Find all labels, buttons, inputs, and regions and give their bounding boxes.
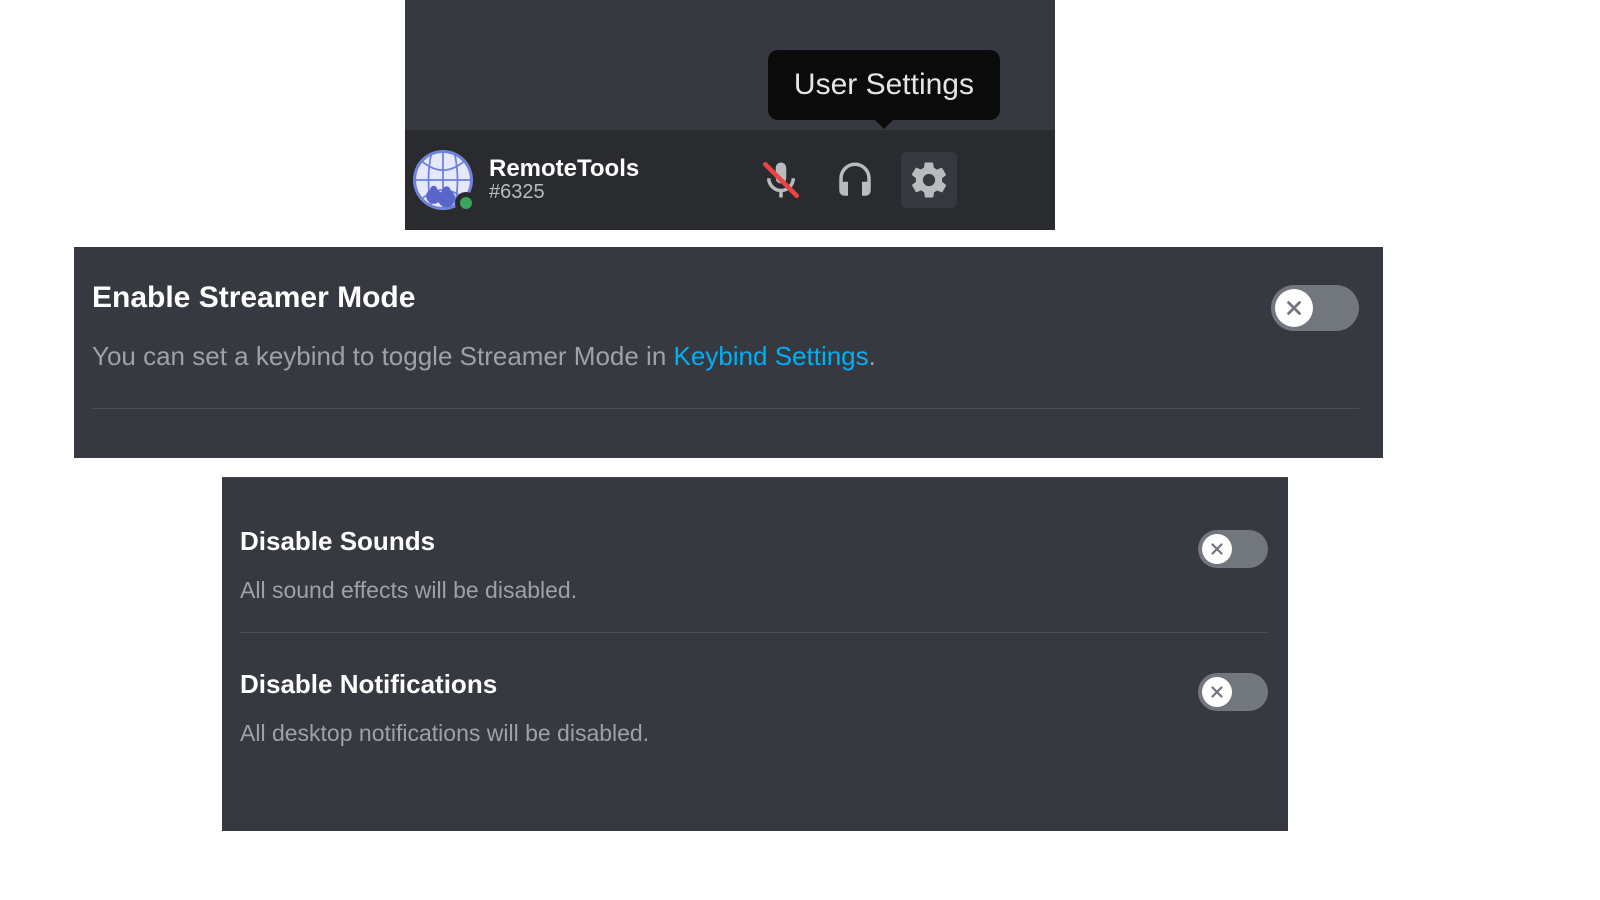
disable-notifications-setting: Disable Notifications All desktop notifi…: [240, 669, 1268, 747]
status-online-icon: [455, 192, 477, 214]
disable-sounds-desc: All sound effects will be disabled.: [240, 577, 577, 604]
gear-icon: [908, 159, 950, 201]
deafen-button[interactable]: [827, 152, 883, 208]
username: RemoteTools: [489, 156, 639, 181]
keybind-settings-link[interactable]: Keybind Settings: [674, 341, 869, 371]
close-icon: [1208, 540, 1226, 558]
mute-button[interactable]: [753, 152, 809, 208]
toggle-knob: [1202, 677, 1232, 707]
streamer-mode-title: Enable Streamer Mode: [92, 281, 876, 315]
disable-notifications-toggle[interactable]: [1198, 673, 1268, 711]
user-text[interactable]: RemoteTools #6325: [489, 156, 639, 204]
streamer-mode-description: You can set a keybind to toggle Streamer…: [92, 341, 876, 372]
user-panel: User Settings RemoteTools #6325: [405, 0, 1055, 230]
disable-sounds-toggle[interactable]: [1198, 530, 1268, 568]
close-icon: [1283, 297, 1305, 319]
settings-tooltip: User Settings: [768, 50, 1000, 120]
streamer-mode-desc-prefix: You can set a keybind to toggle Streamer…: [92, 341, 674, 371]
disable-sounds-title: Disable Sounds: [240, 526, 577, 557]
enable-streamer-mode-setting: Enable Streamer Mode You can set a keybi…: [74, 247, 1383, 458]
toggle-knob: [1202, 534, 1232, 564]
user-panel-bar: RemoteTools #6325: [405, 130, 1055, 230]
divider: [92, 408, 1359, 409]
streamer-mode-toggle[interactable]: [1271, 285, 1359, 331]
divider: [240, 632, 1268, 633]
settings-tooltip-text: User Settings: [794, 68, 974, 101]
disable-notifications-desc: All desktop notifications will be disabl…: [240, 720, 649, 747]
close-icon: [1208, 683, 1226, 701]
streamer-mode-desc-suffix: .: [869, 341, 876, 371]
disable-sounds-setting: Disable Sounds All sound effects will be…: [240, 526, 1268, 604]
streamer-mode-options: Disable Sounds All sound effects will be…: [222, 477, 1288, 831]
panel-icons: [753, 152, 957, 208]
discriminator: #6325: [489, 181, 639, 204]
headphones-icon: [834, 159, 876, 201]
disable-notifications-title: Disable Notifications: [240, 669, 649, 700]
mic-muted-icon: [760, 159, 802, 201]
avatar[interactable]: [413, 150, 473, 210]
settings-button[interactable]: [901, 152, 957, 208]
toggle-knob: [1275, 289, 1313, 327]
